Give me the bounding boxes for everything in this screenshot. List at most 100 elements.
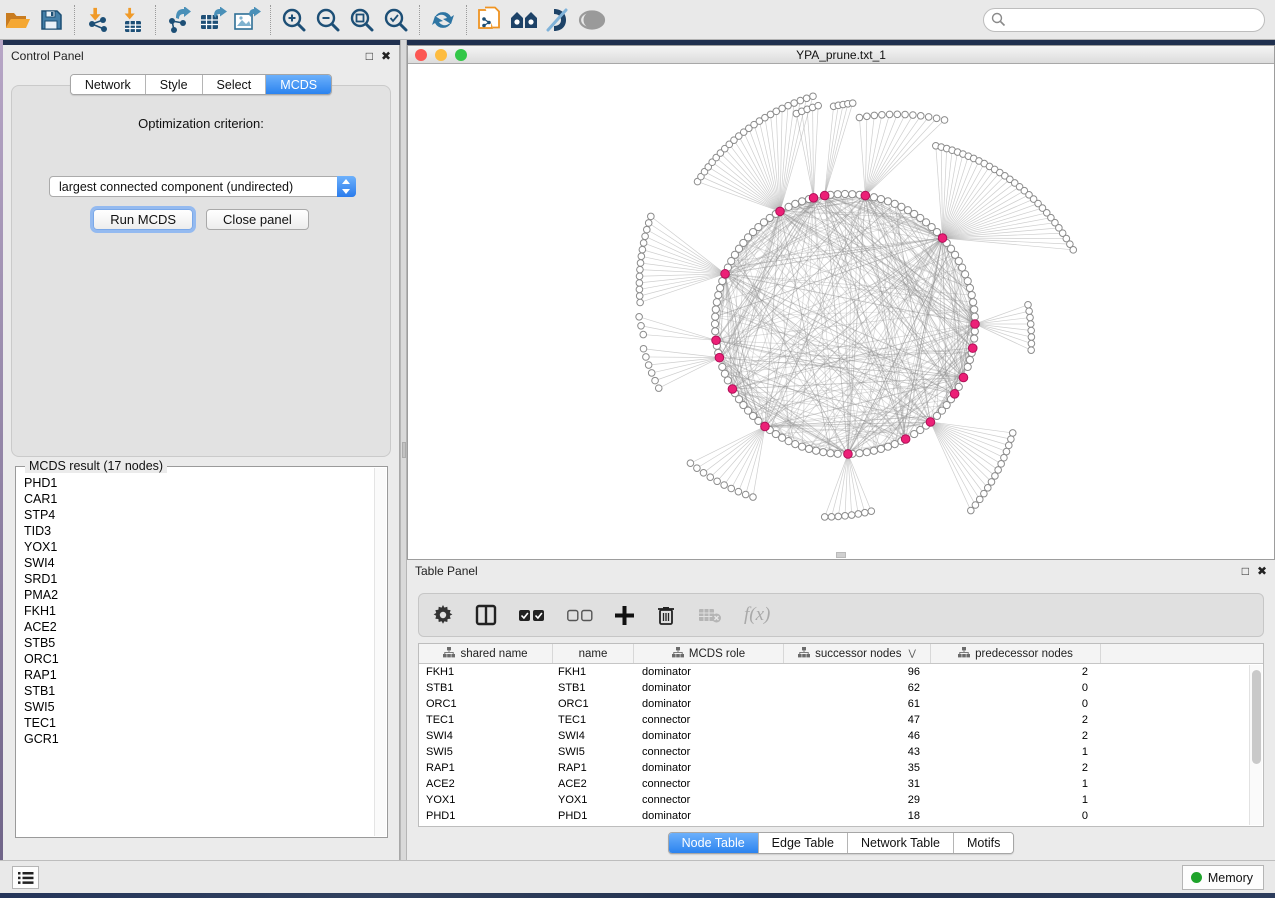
- table-row[interactable]: FKH1FKH1dominator962: [419, 664, 1263, 680]
- optimization-criterion-select[interactable]: largest connected component (undirected): [49, 176, 356, 197]
- table-row[interactable]: SWI5SWI5connector431: [419, 744, 1263, 760]
- mcds-result-item[interactable]: SWI5: [24, 699, 373, 715]
- tab-edge-table[interactable]: Edge Table: [759, 833, 848, 853]
- task-history-icon: [18, 871, 34, 885]
- zoom-fit-icon[interactable]: [345, 5, 379, 35]
- search-input[interactable]: [1010, 11, 1250, 29]
- new-network-from-selection-icon[interactable]: [473, 5, 507, 35]
- float-panel-icon[interactable]: □: [366, 50, 373, 62]
- float-table-panel-icon[interactable]: □: [1242, 565, 1249, 577]
- zoom-out-icon[interactable]: [311, 5, 345, 35]
- delete-column-icon[interactable]: [656, 604, 676, 626]
- task-history-button[interactable]: [12, 866, 39, 889]
- first-neighbors-icon[interactable]: [507, 5, 541, 35]
- column-chooser-icon[interactable]: [475, 604, 497, 626]
- memory-button-label: Memory: [1208, 871, 1253, 885]
- table-cell: 31: [784, 778, 931, 790]
- delete-table-icon[interactable]: [698, 607, 722, 623]
- mcds-result-item[interactable]: STB5: [24, 635, 373, 651]
- table-row[interactable]: YOX1YOX1connector291: [419, 792, 1263, 808]
- show-hide-eye-icon[interactable]: [575, 5, 609, 35]
- mcds-result-item[interactable]: FKH1: [24, 603, 373, 619]
- close-panel-icon[interactable]: ✖: [381, 50, 391, 62]
- table-row[interactable]: PHD1PHD1dominator180: [419, 808, 1263, 824]
- canvas-splitter-grip[interactable]: [836, 552, 846, 558]
- export-image-icon[interactable]: [230, 5, 264, 35]
- zoom-in-icon[interactable]: [277, 5, 311, 35]
- table-cell: 46: [784, 730, 931, 742]
- network-canvas[interactable]: [408, 65, 1274, 559]
- panel-splitter[interactable]: [400, 40, 407, 860]
- mcds-result-item[interactable]: STP4: [24, 507, 373, 523]
- table-cell: 2: [931, 730, 1101, 742]
- network-window-titlebar[interactable]: YPA_prune.txt_1: [408, 46, 1274, 64]
- function-builder-icon[interactable]: f(x): [744, 604, 770, 626]
- export-table-icon[interactable]: [196, 5, 230, 35]
- mcds-result-item[interactable]: ACE2: [24, 619, 373, 635]
- toolbar-separator: [419, 5, 420, 35]
- network-window-title: YPA_prune.txt_1: [408, 48, 1274, 62]
- table-cell: RAP1: [553, 762, 634, 774]
- import-network-icon[interactable]: [81, 5, 115, 35]
- deselect-all-columns-icon[interactable]: [567, 609, 593, 622]
- run-mcds-button[interactable]: Run MCDS: [93, 209, 193, 230]
- table-cell: dominator: [634, 762, 784, 774]
- splitter-grip[interactable]: [402, 442, 406, 458]
- mcds-result-item[interactable]: SWI4: [24, 555, 373, 571]
- column-header[interactable]: successor nodes⋁: [784, 644, 931, 663]
- column-header[interactable]: MCDS role: [634, 644, 784, 663]
- mcds-result-item[interactable]: CAR1: [24, 491, 373, 507]
- table-cell: PHD1: [553, 810, 634, 822]
- table-row[interactable]: ACE2ACE2connector311: [419, 776, 1263, 792]
- mcds-result-item[interactable]: TID3: [24, 523, 373, 539]
- mcds-result-item[interactable]: GCR1: [24, 731, 373, 747]
- table-row[interactable]: SWI4SWI4dominator462: [419, 728, 1263, 744]
- table-row[interactable]: RAP1RAP1dominator352: [419, 760, 1263, 776]
- mcds-result-item[interactable]: TEC1: [24, 715, 373, 731]
- control-panel-tabs: Network Style Select MCDS: [3, 74, 399, 95]
- tab-node-table[interactable]: Node Table: [669, 833, 759, 853]
- node-table-body: FKH1FKH1dominator962STB1STB1dominator620…: [419, 664, 1263, 824]
- column-header-filler: [1101, 644, 1263, 663]
- mcds-result-item[interactable]: ORC1: [24, 651, 373, 667]
- tab-mcds[interactable]: MCDS: [266, 75, 331, 94]
- create-column-icon[interactable]: [615, 606, 634, 625]
- select-all-columns-icon[interactable]: [519, 609, 545, 622]
- table-row[interactable]: ORC1ORC1dominator610: [419, 696, 1263, 712]
- tab-style[interactable]: Style: [146, 75, 203, 94]
- apply-layout-icon[interactable]: [426, 5, 460, 35]
- mcds-result-item[interactable]: YOX1: [24, 539, 373, 555]
- column-header[interactable]: predecessor nodes: [931, 644, 1101, 663]
- table-scrollbar-thumb[interactable]: [1252, 670, 1261, 764]
- mcds-result-item[interactable]: PHD1: [24, 475, 373, 491]
- cytoscape-window: Control Panel □ ✖ Network Style Select M…: [0, 0, 1275, 898]
- column-header[interactable]: name: [553, 644, 634, 663]
- table-row[interactable]: TEC1TEC1connector472: [419, 712, 1263, 728]
- mcds-result-item[interactable]: STB1: [24, 683, 373, 699]
- open-file-icon[interactable]: [0, 5, 34, 35]
- import-table-icon[interactable]: [115, 5, 149, 35]
- tab-motifs[interactable]: Motifs: [954, 833, 1013, 853]
- mcds-result-item[interactable]: PMA2: [24, 587, 373, 603]
- mcds-result-list[interactable]: PHD1CAR1STP4TID3YOX1SWI4SRD1PMA2FKH1ACE2…: [24, 475, 373, 835]
- tab-select[interactable]: Select: [203, 75, 267, 94]
- table-cell: YOX1: [553, 794, 634, 806]
- table-cell: TEC1: [553, 714, 634, 726]
- save-session-icon[interactable]: [34, 5, 68, 35]
- graphics-details-icon[interactable]: [541, 5, 575, 35]
- memory-button[interactable]: Memory: [1182, 865, 1264, 890]
- column-header[interactable]: shared name: [419, 644, 553, 663]
- zoom-selected-icon[interactable]: [379, 5, 413, 35]
- tab-network-table[interactable]: Network Table: [848, 833, 954, 853]
- mcds-result-item[interactable]: RAP1: [24, 667, 373, 683]
- export-network-icon[interactable]: [162, 5, 196, 35]
- tab-network[interactable]: Network: [71, 75, 146, 94]
- close-table-panel-icon[interactable]: ✖: [1257, 565, 1267, 577]
- mcds-list-scrollbar[interactable]: [374, 468, 386, 836]
- table-row[interactable]: STB1STB1dominator620: [419, 680, 1263, 696]
- mcds-result-item[interactable]: SRD1: [24, 571, 373, 587]
- search-box[interactable]: [983, 8, 1265, 32]
- close-panel-button[interactable]: Close panel: [206, 209, 309, 230]
- table-settings-gear-icon[interactable]: [433, 605, 453, 625]
- table-scrollbar[interactable]: [1249, 665, 1262, 825]
